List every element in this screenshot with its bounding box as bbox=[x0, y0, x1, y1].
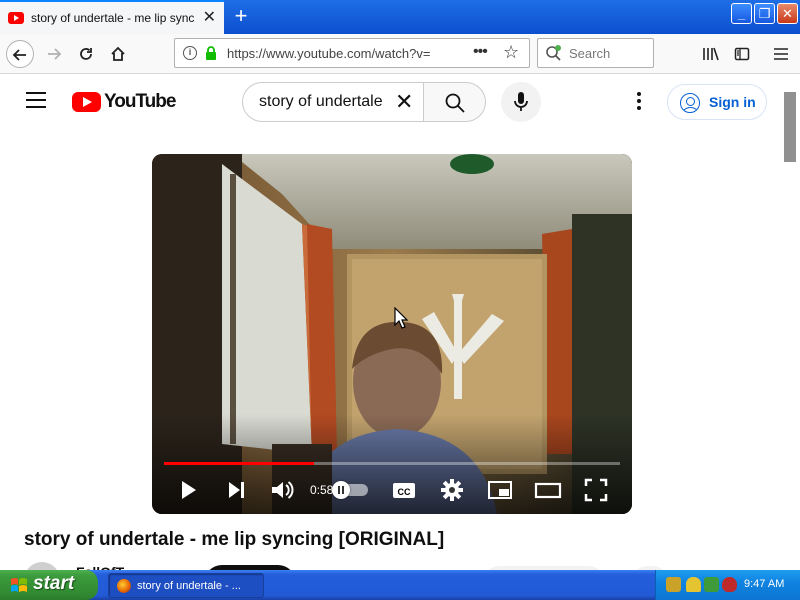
search-icon bbox=[445, 93, 465, 113]
youtube-search-button[interactable] bbox=[423, 82, 486, 122]
windows-logo-icon bbox=[11, 578, 27, 592]
account-icon bbox=[680, 93, 700, 113]
window-minimize-button[interactable]: _ bbox=[731, 3, 752, 24]
youtube-search-box[interactable]: ✕ bbox=[242, 82, 424, 122]
progress-played bbox=[164, 462, 315, 465]
miniplayer-icon bbox=[488, 481, 512, 499]
settings-button[interactable] bbox=[438, 476, 466, 504]
browser-tab-youtube[interactable]: story of undertale - me lip syncing ✕ bbox=[0, 0, 224, 34]
youtube-favicon-icon bbox=[8, 12, 24, 24]
youtube-logo-icon bbox=[72, 92, 101, 112]
autoplay-toggle[interactable] bbox=[332, 481, 368, 499]
sidebar-button[interactable] bbox=[728, 40, 756, 68]
browser-toolbar: i https://www.youtube.com/watch?v= ••• ☆… bbox=[0, 34, 800, 74]
forward-arrow-icon bbox=[48, 48, 62, 60]
svg-text:CC: CC bbox=[398, 487, 411, 497]
video-player[interactable]: 0:58 CC bbox=[152, 154, 632, 514]
start-button[interactable]: start bbox=[0, 570, 98, 600]
url-text[interactable]: https://www.youtube.com/watch?v= bbox=[227, 46, 441, 61]
firefox-icon bbox=[117, 579, 131, 593]
page-scrollbar[interactable] bbox=[780, 74, 800, 570]
theater-mode-button[interactable] bbox=[534, 476, 562, 504]
bookmark-star-icon[interactable]: ☆ bbox=[503, 42, 519, 63]
home-button[interactable] bbox=[104, 40, 132, 68]
info-icon[interactable]: i bbox=[183, 46, 197, 60]
sign-in-label: Sign in bbox=[709, 94, 756, 110]
reload-button[interactable] bbox=[72, 40, 100, 68]
new-tab-button[interactable]: + bbox=[230, 4, 252, 28]
closed-captions-icon: CC bbox=[393, 483, 415, 498]
forward-button[interactable] bbox=[40, 40, 68, 68]
lock-icon[interactable] bbox=[205, 46, 217, 60]
volume-icon bbox=[272, 481, 294, 499]
miniplayer-button[interactable] bbox=[486, 476, 514, 504]
url-bar[interactable]: i https://www.youtube.com/watch?v= ••• ☆ bbox=[174, 38, 530, 68]
microphone-icon bbox=[514, 92, 528, 111]
theater-mode-icon bbox=[534, 482, 562, 499]
taskbar-clock[interactable]: 9:47 AM bbox=[744, 578, 784, 590]
library-icon bbox=[703, 47, 719, 61]
time-display: 0:58 bbox=[310, 483, 334, 497]
tab-close-icon[interactable]: ✕ bbox=[203, 10, 216, 26]
guide-menu-icon[interactable] bbox=[26, 92, 46, 108]
subtitles-button[interactable]: CC bbox=[390, 476, 418, 504]
back-button[interactable] bbox=[6, 40, 34, 68]
network-icon[interactable] bbox=[704, 577, 719, 592]
browser-search-box[interactable]: Search bbox=[537, 38, 654, 68]
video-title: story of undertale - me lip syncing [ORI… bbox=[24, 529, 445, 550]
play-icon bbox=[182, 481, 196, 499]
sidebar-icon bbox=[734, 47, 750, 61]
antivirus-shield-icon[interactable] bbox=[722, 577, 737, 592]
browser-tab-strip: story of undertale - me lip syncing ✕ + … bbox=[0, 0, 800, 34]
youtube-search-input[interactable] bbox=[259, 93, 389, 111]
fullscreen-icon bbox=[584, 478, 608, 502]
more-options-icon[interactable] bbox=[637, 92, 643, 113]
fullscreen-button[interactable] bbox=[582, 476, 610, 504]
autoplay-pause-icon bbox=[332, 481, 350, 499]
voice-search-button[interactable] bbox=[501, 82, 541, 122]
skip-next-icon bbox=[229, 482, 244, 498]
taskbar-item-label: story of undertale - ... bbox=[137, 580, 241, 592]
next-video-button[interactable] bbox=[222, 476, 250, 504]
youtube-logo-text: YouTube bbox=[104, 91, 176, 112]
browser-menu-button[interactable] bbox=[767, 40, 795, 68]
window-close-button[interactable]: ✕ bbox=[777, 3, 798, 24]
reload-icon bbox=[80, 48, 92, 60]
mouse-pointer-icon bbox=[394, 307, 408, 329]
page-actions-icon[interactable]: ••• bbox=[473, 43, 488, 61]
gear-icon bbox=[441, 479, 463, 501]
youtube-logo[interactable]: YouTube bbox=[72, 91, 176, 113]
progress-bar[interactable] bbox=[164, 462, 620, 465]
hamburger-menu-icon bbox=[774, 48, 788, 60]
taskbar: start story of undertale - ... 9:47 AM bbox=[0, 570, 800, 600]
back-arrow-icon bbox=[12, 49, 26, 61]
taskbar-item-firefox[interactable]: story of undertale - ... bbox=[108, 573, 264, 598]
security-shield-icon[interactable] bbox=[686, 577, 701, 592]
play-button[interactable] bbox=[174, 476, 202, 504]
scrollbar-thumb[interactable] bbox=[784, 92, 796, 162]
search-engine-icon bbox=[546, 45, 561, 61]
sign-in-button[interactable]: Sign in bbox=[667, 84, 767, 120]
system-tray: 9:47 AM bbox=[655, 570, 800, 600]
mute-button[interactable] bbox=[268, 476, 296, 504]
tray-app-icon[interactable] bbox=[666, 577, 681, 592]
tab-title: story of undertale - me lip syncing bbox=[31, 11, 195, 25]
start-label: start bbox=[33, 573, 75, 594]
window-maximize-button[interactable]: ❐ bbox=[754, 3, 775, 24]
youtube-masthead: YouTube ✕ Sign in bbox=[0, 74, 800, 132]
search-placeholder: Search bbox=[569, 46, 611, 61]
library-button[interactable] bbox=[697, 40, 725, 68]
clear-search-icon[interactable]: ✕ bbox=[395, 91, 413, 113]
home-icon bbox=[111, 46, 125, 61]
